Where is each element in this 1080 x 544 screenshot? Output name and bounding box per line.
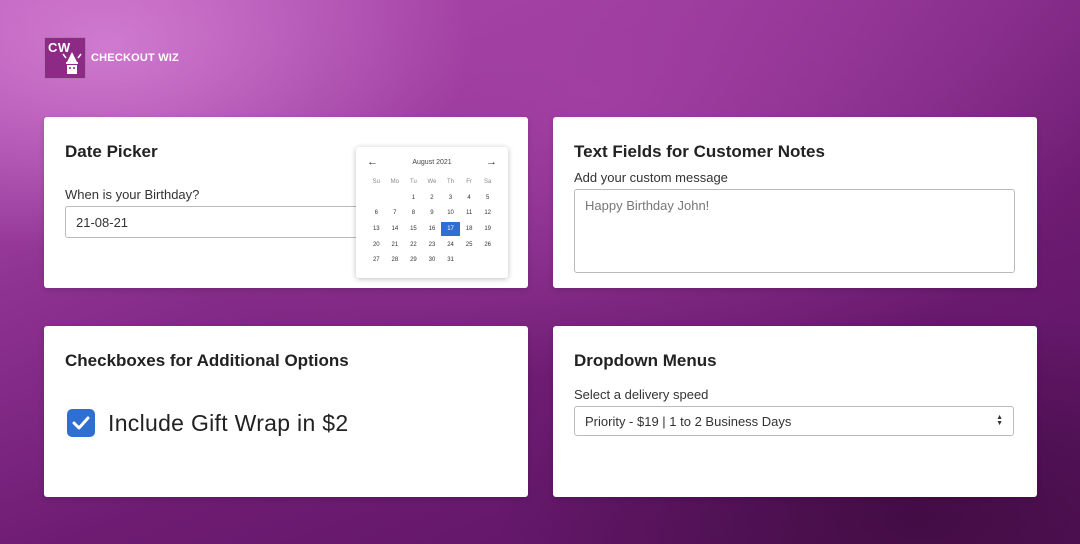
birthday-date-value: 21-08-21: [76, 214, 129, 230]
calendar-day[interactable]: 28: [386, 257, 405, 263]
calendar-day[interactable]: 16: [423, 226, 442, 232]
calendar-day[interactable]: 31: [441, 257, 460, 263]
customer-notes-title: Text Fields for Customer Notes: [574, 142, 825, 161]
calendar-weekday: Tu: [410, 178, 417, 185]
calendar-day[interactable]: 27: [367, 257, 386, 263]
calendar-week-row: 13 14 15 16 17 18 19: [367, 221, 497, 237]
calendar-day[interactable]: 23: [423, 242, 442, 248]
birthday-label: When is your Birthday?: [65, 187, 200, 202]
gift-wrap-label[interactable]: Include Gift Wrap in $2: [108, 410, 348, 437]
brand-logo: CW CHECKOUT WIZ: [44, 37, 179, 79]
calendar-day[interactable]: 6: [367, 210, 386, 216]
calendar-day[interactable]: 5: [478, 195, 497, 201]
calendar-day[interactable]: 26: [478, 242, 497, 248]
additional-options-title: Checkboxes for Additional Options: [65, 351, 349, 370]
calendar-weekday: We: [427, 178, 437, 185]
calendar-weekday: Th: [447, 178, 455, 185]
brand-name: CHECKOUT WIZ: [91, 52, 179, 64]
calendar-day[interactable]: 2: [423, 195, 442, 201]
calendar-day[interactable]: 8: [404, 210, 423, 216]
delivery-speed-label: Select a delivery speed: [574, 387, 709, 402]
calendar-popup: ← August 2021 → Su Mo Tu We Th Fr Sa 1 2 3 4 5 6 7 8 9 1…: [356, 147, 508, 278]
calendar-week-row: 6 7 8 9 10 11 12: [367, 205, 497, 221]
calendar-day[interactable]: 13: [367, 226, 386, 232]
checkmark-icon: [72, 416, 90, 430]
date-picker-title: Date Picker: [65, 142, 158, 161]
calendar-day[interactable]: 14: [386, 226, 405, 232]
calendar-day[interactable]: 7: [386, 210, 405, 216]
next-month-arrow-icon[interactable]: →: [486, 156, 497, 168]
calendar-weekday: Su: [372, 178, 380, 185]
calendar-day[interactable]: 1: [404, 195, 423, 201]
calendar-weekday: Sa: [483, 178, 492, 185]
calendar-weekday: Fr: [466, 178, 472, 185]
calendar-day[interactable]: 15: [404, 226, 423, 232]
calendar-day-selected[interactable]: 17: [441, 221, 460, 236]
calendar-day[interactable]: 21: [386, 242, 405, 248]
calendar-week-row: 27 28 29 30 31: [367, 252, 497, 268]
wizard-icon: [62, 52, 82, 74]
calendar-week-row: 12345: [367, 190, 497, 206]
calendar-day[interactable]: 4: [460, 195, 479, 201]
additional-options-card: Checkboxes for Additional Options Includ…: [44, 326, 528, 497]
custom-message-textarea[interactable]: Happy Birthday John!: [574, 189, 1015, 273]
birthday-date-input[interactable]: 21-08-21: [65, 206, 365, 238]
delivery-speed-select[interactable]: Priority - $19 | 1 to 2 Business Days ▲ ▼: [574, 406, 1014, 436]
calendar-grid: Su Mo Tu We Th Fr Sa 1 2 3 4 5 6 7 8 9 10 11 12 13 14 15 16 17 1…: [367, 174, 497, 268]
calendar-day[interactable]: 18: [460, 226, 479, 232]
dropdown-card: Dropdown Menus Select a delivery speed P…: [553, 326, 1037, 497]
customer-notes-card: Text Fields for Customer Notes Add your …: [553, 117, 1037, 288]
delivery-speed-value: Priority - $19 | 1 to 2 Business Days: [585, 413, 792, 429]
calendar-day[interactable]: 3: [441, 195, 460, 201]
calendar-weekday-row: Su Mo Tu We Th Fr Sa: [367, 174, 497, 190]
calendar-day[interactable]: 19: [478, 226, 497, 232]
calendar-day[interactable]: 24: [441, 242, 460, 248]
calendar-day[interactable]: 22: [404, 242, 423, 248]
calendar-day[interactable]: 11: [460, 210, 479, 216]
gift-wrap-checkbox[interactable]: [67, 409, 95, 437]
calendar-header: ← August 2021 →: [356, 156, 508, 170]
date-picker-card: Date Picker When is your Birthday? 21-08…: [44, 117, 528, 288]
calendar-day[interactable]: 9: [423, 210, 442, 216]
custom-message-label: Add your custom message: [574, 170, 728, 185]
calendar-day[interactable]: 25: [460, 242, 479, 248]
calendar-week-row: 20 21 22 23 24 25 26: [367, 237, 497, 253]
calendar-day[interactable]: 20: [367, 242, 386, 248]
select-arrows-icon: ▲ ▼: [996, 414, 1003, 427]
calendar-day[interactable]: 30: [423, 257, 442, 263]
dropdown-title: Dropdown Menus: [574, 351, 717, 370]
calendar-day[interactable]: 10: [441, 210, 460, 216]
calendar-day[interactable]: 12: [478, 210, 497, 216]
logo-icon: CW: [44, 37, 86, 79]
custom-message-placeholder: Happy Birthday John!: [585, 198, 710, 213]
calendar-weekday: Mo: [390, 178, 400, 185]
calendar-day[interactable]: 29: [404, 257, 423, 263]
